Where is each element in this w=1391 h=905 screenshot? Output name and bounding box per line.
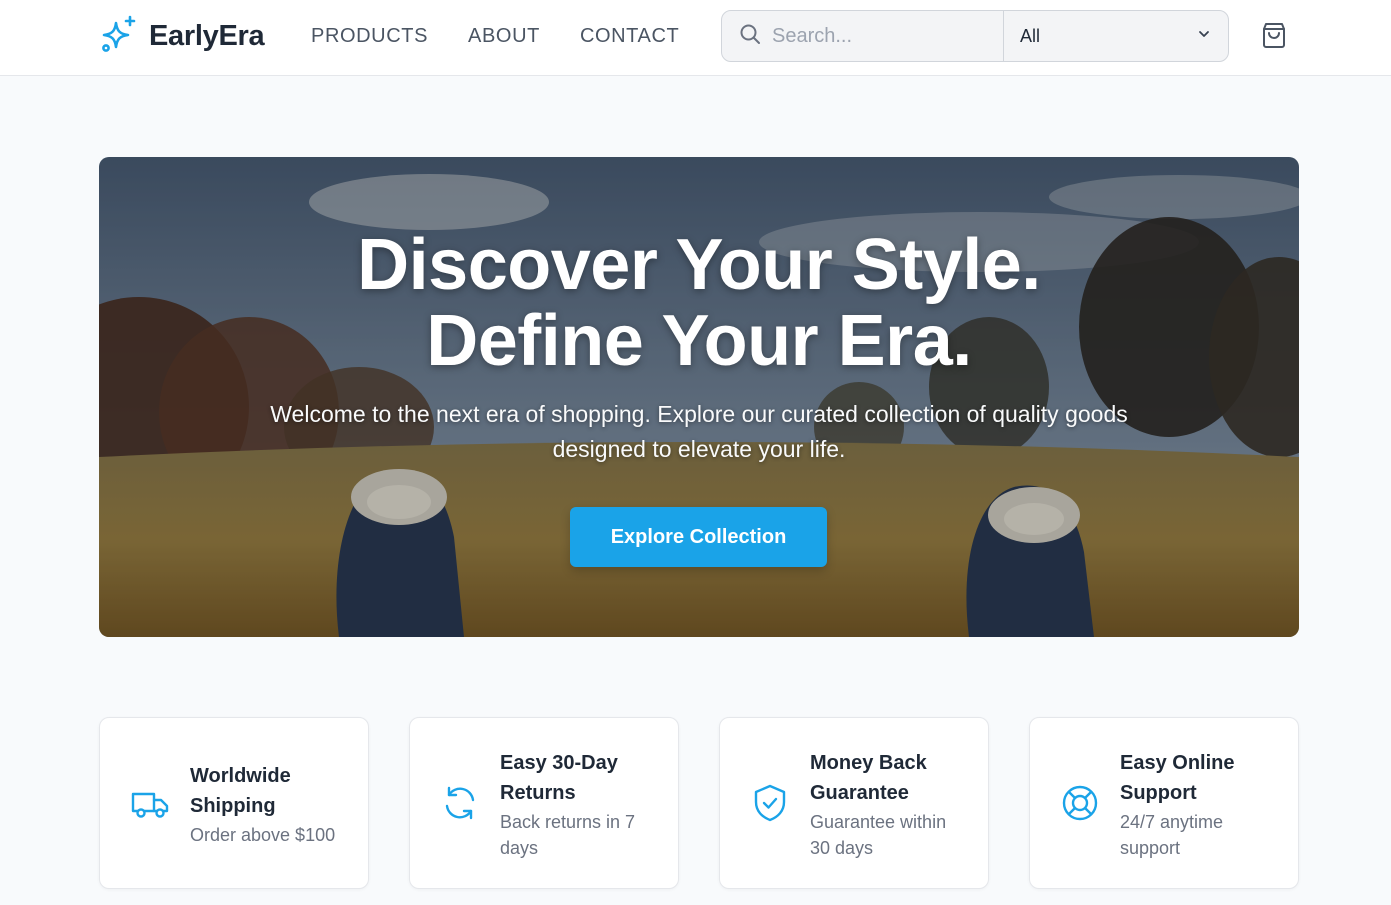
lifebuoy-icon [1060, 783, 1100, 823]
nav-about[interactable]: ABOUT [468, 22, 540, 50]
search-bar: All [721, 10, 1229, 62]
search-field-wrap [722, 11, 1003, 61]
feature-card-shipping: Worldwide Shipping Order above $100 [99, 717, 369, 889]
hero-banner: Discover Your Style. Define Your Era. We… [99, 157, 1299, 637]
brand-logo[interactable]: EarlyEra [99, 14, 265, 59]
feature-card-support: Easy Online Support 24/7 anytime support [1029, 717, 1299, 889]
feature-title: Worldwide Shipping [190, 765, 291, 817]
feature-text: Easy 30-Day Returns Back returns in 7 da… [500, 748, 660, 861]
sparkles-icon [99, 14, 139, 59]
cart-button[interactable] [1255, 18, 1293, 56]
shopping-bag-icon [1258, 19, 1290, 56]
feature-text: Worldwide Shipping Order above $100 [190, 761, 350, 848]
chevron-down-icon [1196, 26, 1212, 47]
nav-products[interactable]: PRODUCTS [311, 22, 428, 50]
feature-card-returns: Easy 30-Day Returns Back returns in 7 da… [409, 717, 679, 889]
feature-subtitle: Back returns in 7 days [500, 812, 636, 858]
brand-name: EarlyEra [149, 19, 265, 52]
feature-title: Money Back Guarantee [810, 752, 927, 804]
refresh-icon [440, 783, 480, 823]
feature-subtitle: 24/7 anytime support [1120, 812, 1224, 858]
hero-content: Discover Your Style. Define Your Era. We… [99, 157, 1299, 637]
hero-title-line-2: Define Your Era. [426, 301, 972, 381]
hero-title: Discover Your Style. Define Your Era. [99, 227, 1299, 379]
hero-title-line-1: Discover Your Style. [357, 225, 1041, 305]
feature-subtitle: Guarantee within 30 days [810, 812, 947, 858]
explore-collection-button[interactable]: Explore Collection [570, 507, 827, 567]
category-select[interactable]: All [1003, 11, 1228, 61]
truck-icon [130, 784, 170, 824]
shield-check-icon [750, 783, 790, 823]
search-input[interactable] [772, 24, 992, 48]
category-select-value: All [1020, 25, 1041, 46]
feature-title: Easy Online Support [1120, 752, 1235, 804]
site-header: EarlyEra PRODUCTS ABOUT CONTACT All [0, 0, 1391, 76]
search-icon [738, 22, 762, 51]
feature-text: Easy Online Support 24/7 anytime support [1120, 748, 1280, 861]
feature-text: Money Back Guarantee Guarantee within 30… [810, 748, 970, 861]
feature-title: Easy 30-Day Returns [500, 752, 618, 804]
nav-contact[interactable]: CONTACT [580, 22, 679, 50]
feature-card-guarantee: Money Back Guarantee Guarantee within 30… [719, 717, 989, 889]
hero-subtitle: Welcome to the next era of shopping. Exp… [270, 401, 1128, 462]
feature-subtitle: Order above $100 [190, 825, 336, 845]
main-nav: PRODUCTS ABOUT CONTACT [311, 22, 679, 50]
